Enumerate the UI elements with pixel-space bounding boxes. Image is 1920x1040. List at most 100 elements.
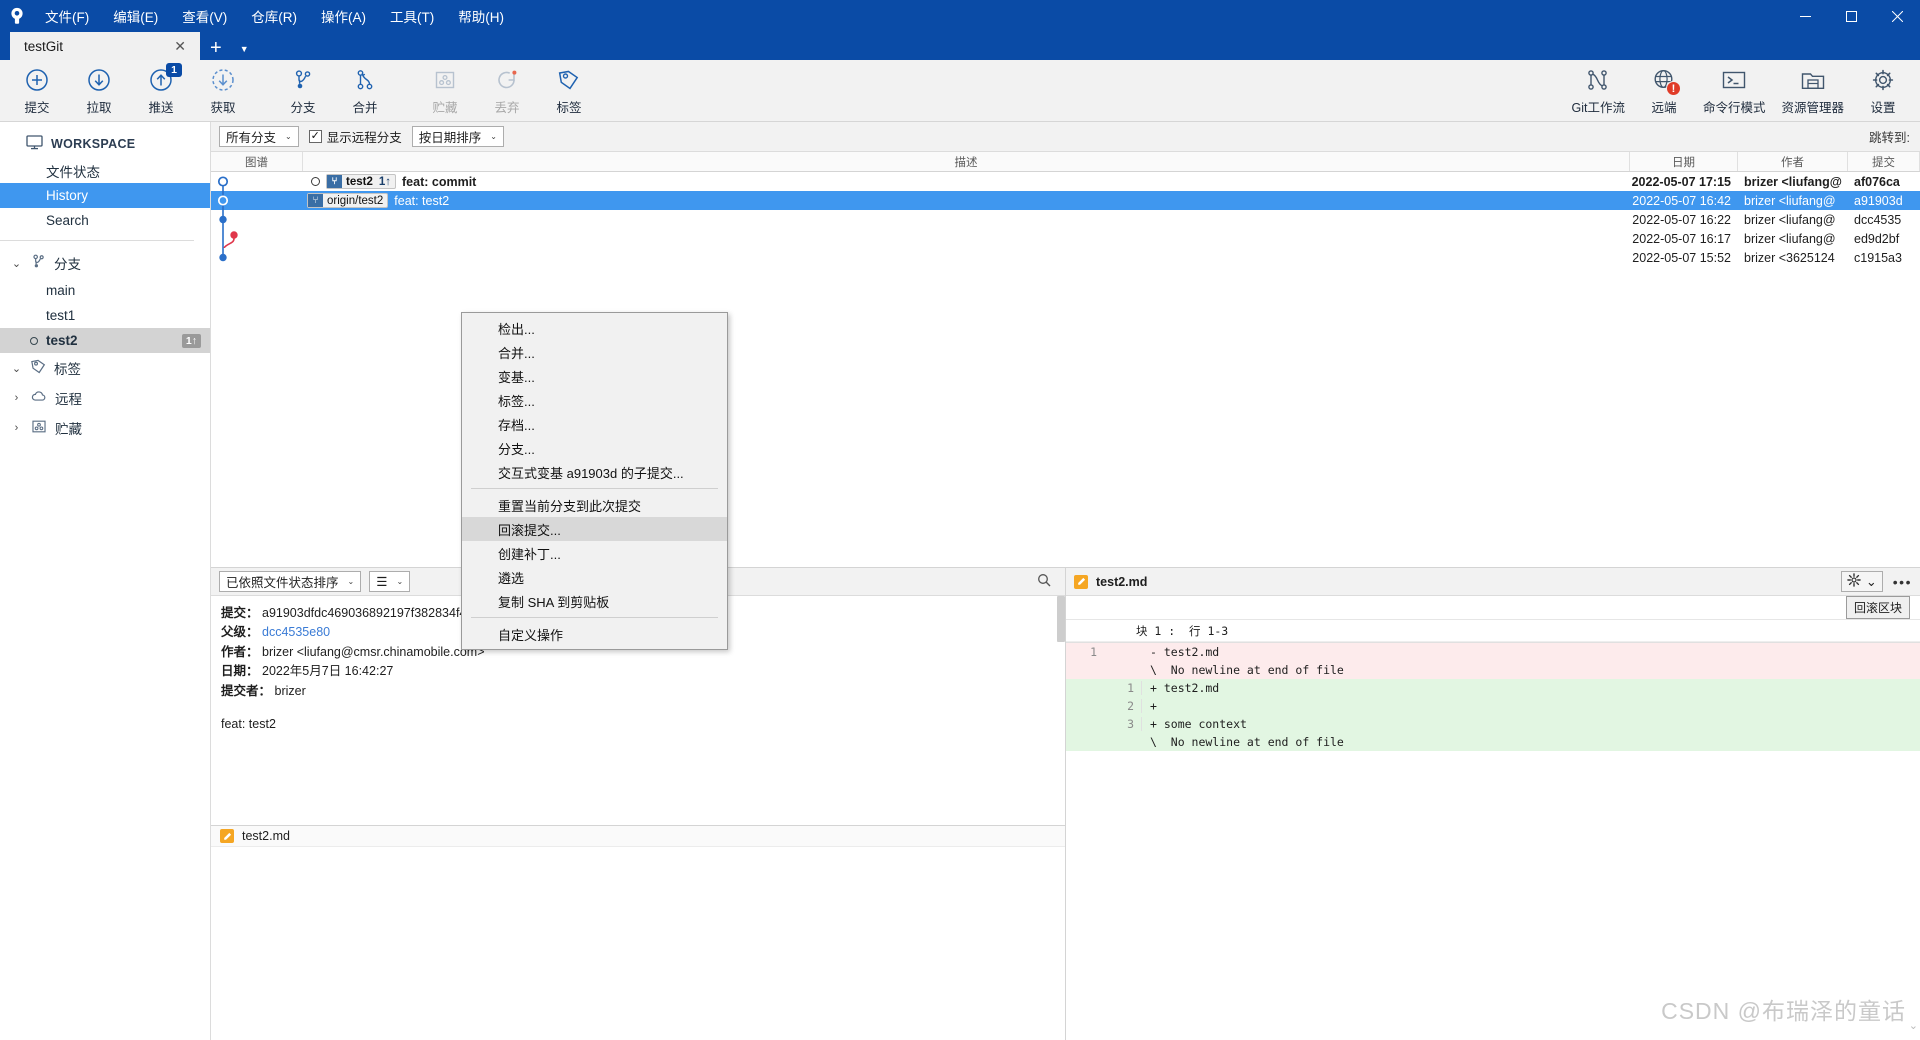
close-button[interactable] xyxy=(1874,0,1920,32)
chevron-down-icon[interactable]: ▼ xyxy=(232,44,257,54)
context-menu-item-rebase[interactable]: 变基... xyxy=(462,364,727,388)
context-menu-item-tag[interactable]: 标签... xyxy=(462,388,727,412)
maximize-button[interactable] xyxy=(1828,0,1874,32)
sidebar-group-remotes[interactable]: › 远程 xyxy=(0,383,210,413)
show-remote-branches-checkbox[interactable]: ✓ 显示远程分支 xyxy=(308,127,402,146)
sidebar-group-branches[interactable]: ⌄ 分支 xyxy=(0,248,210,278)
menu-file[interactable]: 文件(F) xyxy=(34,2,100,30)
context-menu-item-copy-sha[interactable]: 复制 SHA 到剪贴板 xyxy=(462,589,727,613)
revert-chunk-button[interactable]: 回滚区块 xyxy=(1845,596,1910,619)
chevron-right-icon[interactable]: › xyxy=(10,422,23,434)
toolbar-push-button[interactable]: 1 推送 xyxy=(130,62,192,120)
table-row[interactable]: ⑂ test2 1↑ feat: commit 2022-05-07 17:15… xyxy=(211,172,1920,191)
diff-content: 块 1 : 行 1-3 1 - test2.md \ No newline at… xyxy=(1066,620,1920,751)
toolbar-remote-button[interactable]: ! 远端 xyxy=(1633,62,1695,120)
more-dots-icon[interactable]: ••• xyxy=(1893,574,1912,590)
context-menu-item-interactive-rebase[interactable]: 交互式变基 a91903d 的子提交... xyxy=(462,460,727,484)
tab-testgit[interactable]: testGit ✕ xyxy=(10,32,200,60)
sidebar-item-file-status[interactable]: 文件状态 xyxy=(0,158,210,183)
menu-repository[interactable]: 仓库(R) xyxy=(240,2,308,30)
column-header-description[interactable]: 描述 xyxy=(303,152,1630,171)
toolbar-merge-button[interactable]: 合并 xyxy=(334,62,396,120)
context-menu-item-create-patch[interactable]: 创建补丁... xyxy=(462,541,727,565)
sidebar-branch-main[interactable]: main xyxy=(0,278,210,303)
context-menu-item-merge[interactable]: 合并... xyxy=(462,340,727,364)
context-menu-item-custom-actions[interactable]: 自定义操作 xyxy=(462,622,727,646)
sidebar-item-search[interactable]: Search xyxy=(0,208,210,233)
toolbar-branch-button[interactable]: 分支 xyxy=(272,62,334,120)
diff-line[interactable]: \ No newline at end of file xyxy=(1066,733,1920,751)
vertical-scrollbar[interactable] xyxy=(1057,596,1065,642)
column-header-graph[interactable]: 图谱 xyxy=(211,152,303,171)
toolbar-fetch-button[interactable]: 获取 xyxy=(192,62,254,120)
new-tab-button[interactable]: + xyxy=(200,38,232,58)
chevron-down-icon[interactable]: ⌄ xyxy=(10,257,23,270)
diff-line[interactable]: 2 + xyxy=(1066,697,1920,715)
chevron-down-icon[interactable]: ⌄ xyxy=(1909,1019,1918,1032)
search-icon[interactable] xyxy=(1037,573,1051,590)
diff-line[interactable]: \ No newline at end of file xyxy=(1066,661,1920,679)
sidebar-item-history[interactable]: History xyxy=(0,183,210,208)
toolbar-commit-button[interactable]: 提交 xyxy=(6,62,68,120)
table-row[interactable]: 2022-05-07 15:52 brizer <3625124 c1915a3 xyxy=(211,248,1920,267)
context-menu-item-archive[interactable]: 存档... xyxy=(462,412,727,436)
column-header-author[interactable]: 作者 xyxy=(1738,152,1848,171)
toolbar-pull-button[interactable]: 拉取 xyxy=(68,62,130,120)
menu-tools[interactable]: 工具(T) xyxy=(379,2,445,30)
sidebar-group-label: 标签 xyxy=(54,362,81,377)
sidebar-group-tags[interactable]: ⌄ 标签 xyxy=(0,353,210,383)
sidebar-group-stashes[interactable]: › 贮藏 xyxy=(0,413,210,443)
sidebar-branch-test2[interactable]: test2 1↑ xyxy=(0,328,210,353)
chevron-right-icon[interactable]: › xyxy=(10,392,23,404)
sort-order-dropdown[interactable]: 按日期排序 ⌄ xyxy=(411,126,504,147)
context-menu-label: 回滚提交... xyxy=(498,522,561,538)
menu-edit[interactable]: 编辑(E) xyxy=(102,2,169,30)
column-header-date[interactable]: 日期 xyxy=(1630,152,1738,171)
context-menu-label: 变基... xyxy=(498,369,535,385)
diff-line[interactable]: 1 + test2.md xyxy=(1066,679,1920,697)
context-menu-item-branch[interactable]: 分支... xyxy=(462,436,727,460)
ref-tag-remote[interactable]: ⑂ origin/test2 xyxy=(307,193,389,208)
commit-graph-cell xyxy=(211,210,303,229)
toolbar-explorer-button[interactable]: 资源管理器 xyxy=(1773,62,1852,120)
view-mode-dropdown[interactable]: ☰ ⌄ xyxy=(369,571,411,592)
minimize-button[interactable] xyxy=(1782,0,1828,32)
toolbar-tag-button[interactable]: 标签 xyxy=(538,62,600,120)
modified-pencil-icon xyxy=(1074,574,1088,589)
toolbar-terminal-button[interactable]: 命令行模式 xyxy=(1695,62,1774,120)
table-row[interactable]: ⑂ origin/test2 feat: test2 2022-05-07 16… xyxy=(211,191,1920,210)
ref-ahead-count: 1↑ xyxy=(378,175,392,188)
commit-description-cell xyxy=(303,229,1630,248)
context-menu-item-cherry-pick[interactable]: 遴选 xyxy=(462,565,727,589)
parent-sha-link[interactable]: dcc4535e80 xyxy=(262,625,330,639)
list-item[interactable]: test2.md xyxy=(211,826,1065,847)
context-menu-item-reset-branch[interactable]: 重置当前分支到此次提交 xyxy=(462,493,727,517)
chevron-down-icon[interactable]: ⌄ xyxy=(10,362,23,375)
context-menu-item-checkout[interactable]: 检出... xyxy=(462,316,727,340)
toolbar-gitflow-button[interactable]: Git工作流 xyxy=(1563,62,1632,120)
sidebar-branch-test1[interactable]: test1 xyxy=(0,303,210,328)
toolbar-commit-label: 提交 xyxy=(24,100,50,115)
column-header-commit[interactable]: 提交 xyxy=(1848,152,1920,171)
table-row[interactable]: 2022-05-07 16:17 brizer <liufang@ ed9d2b… xyxy=(211,229,1920,249)
commit-table-header: 图谱 描述 日期 作者 提交 xyxy=(211,152,1920,172)
table-row[interactable]: 2022-05-07 16:22 brizer <liufang@ dcc453… xyxy=(211,210,1920,229)
menu-help[interactable]: 帮助(H) xyxy=(447,2,515,30)
toolbar-settings-button[interactable]: 设置 xyxy=(1852,62,1914,120)
diff-line[interactable]: 1 - test2.md xyxy=(1066,643,1920,661)
diff-settings-dropdown[interactable]: ⌄ xyxy=(1840,571,1883,592)
menu-actions[interactable]: 操作(A) xyxy=(310,2,377,30)
toolbar-stash-button[interactable]: 贮藏 xyxy=(414,62,476,120)
ref-tag-local[interactable]: ⑂ test2 1↑ xyxy=(326,174,397,189)
meta-key: 作者： xyxy=(221,644,259,659)
branch-filter-dropdown[interactable]: 所有分支 ⌄ xyxy=(219,126,299,147)
context-menu-item-revert-commit[interactable]: 回滚提交... xyxy=(462,517,727,541)
file-sort-dropdown[interactable]: 已依照文件状态排序 ⌄ xyxy=(219,571,362,592)
diff-line[interactable]: 3 + some context xyxy=(1066,715,1920,733)
toolbar-merge-label: 合并 xyxy=(352,100,378,115)
menu-view[interactable]: 查看(V) xyxy=(171,2,238,30)
toolbar-discard-button[interactable]: 丢弃 xyxy=(476,62,538,120)
commit-description-cell: ⑂ test2 1↑ feat: commit xyxy=(303,172,1630,191)
context-menu-label: 检出... xyxy=(498,321,535,337)
close-icon[interactable]: ✕ xyxy=(170,38,190,55)
